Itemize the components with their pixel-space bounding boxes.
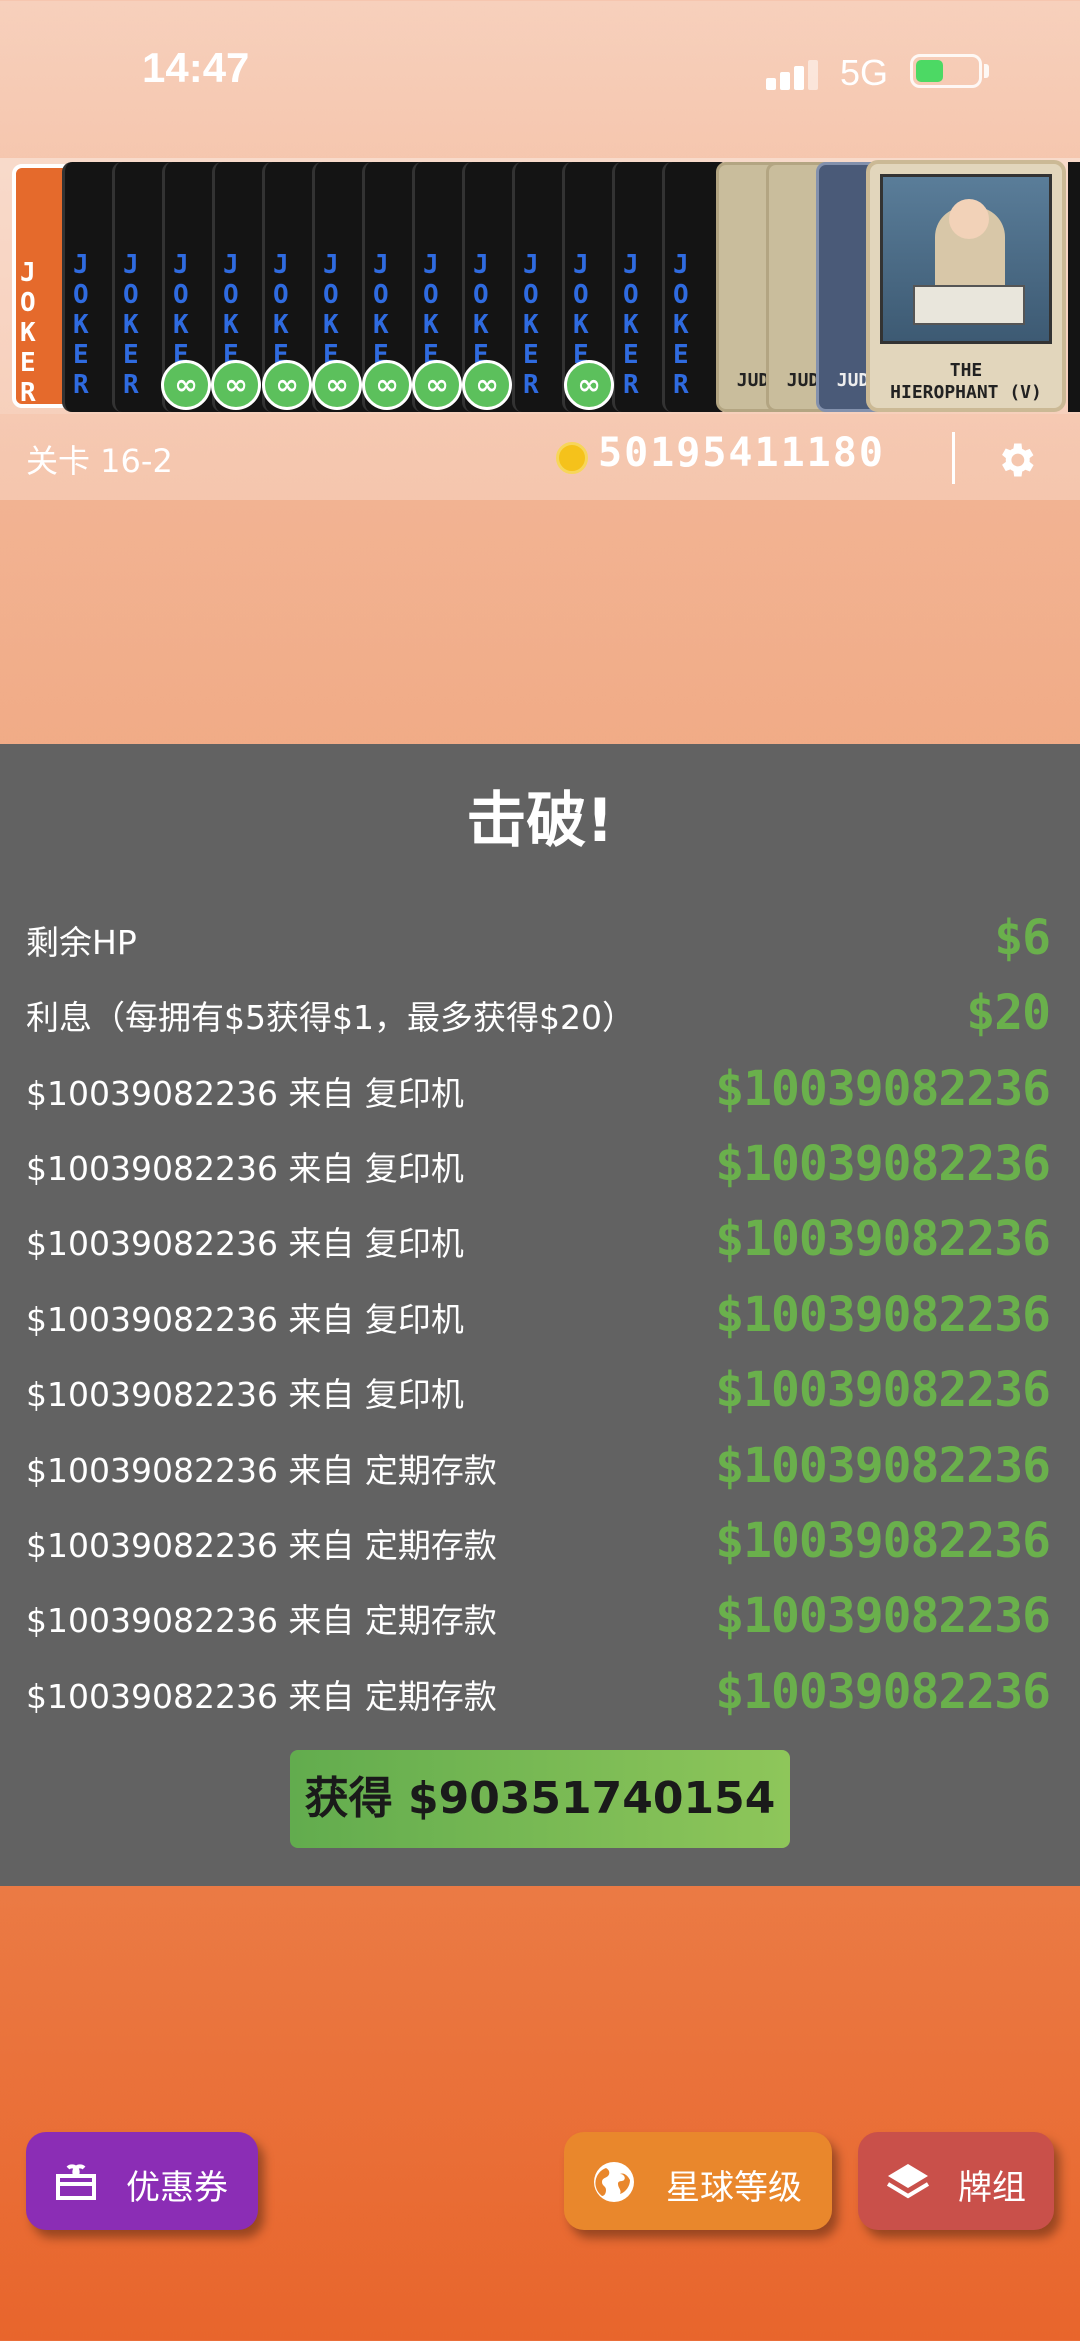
- result-row: $10039082236 来自 复印机 $10039082236: [26, 1211, 1051, 1267]
- hierophant-title: THE HIEROPHANT (V): [890, 360, 1042, 403]
- infinity-badge: ∞: [161, 360, 211, 410]
- infinity-badge: ∞: [312, 360, 362, 410]
- infinity-badge: ∞: [564, 360, 614, 410]
- result-row: $10039082236 来自 复印机 $10039082236: [26, 1287, 1051, 1343]
- layers-icon: [886, 2164, 930, 2199]
- panel-title: 击破!: [466, 786, 614, 856]
- result-row: $10039082236 来自 定期存款 $10039082236: [26, 1438, 1051, 1494]
- result-row: $10039082236 来自 复印机 $10039082236: [26, 1061, 1051, 1117]
- joker-card[interactable]: [1068, 162, 1080, 412]
- infinity-badge: ∞: [412, 360, 462, 410]
- status-bar: 14:47 5G: [0, 0, 1080, 150]
- result-row: $10039082236 来自 定期存款 $10039082236: [26, 1588, 1051, 1644]
- coin-icon: [556, 442, 588, 474]
- status-time: 14:47: [142, 44, 250, 91]
- coupon-icon: [56, 2164, 96, 2200]
- divider: [952, 432, 955, 484]
- infinity-badge: ∞: [211, 360, 261, 410]
- infinity-badge: ∞: [262, 360, 312, 410]
- hierophant-art: [880, 174, 1052, 344]
- result-row: 剩余HP $6: [26, 910, 1051, 966]
- globe-icon: [594, 2162, 634, 2202]
- signal-icon: [766, 58, 824, 90]
- result-row: $10039082236 来自 定期存款 $10039082236: [26, 1664, 1051, 1720]
- coupon-button[interactable]: 优惠券: [26, 2132, 258, 2230]
- result-row: 利息（每拥有$5获得$1，最多获得$20） $20: [26, 985, 1051, 1041]
- battery-icon: [910, 54, 982, 88]
- level-money-bar: 关卡 16-2 50195411180: [0, 414, 1080, 500]
- network-type: 5G: [840, 52, 889, 93]
- infinity-badge: ∞: [362, 360, 412, 410]
- money-amount: 50195411180: [598, 430, 885, 476]
- result-row: $10039082236 来自 复印机 $10039082236: [26, 1136, 1051, 1192]
- result-row: $10039082236 来自 复印机 $10039082236: [26, 1362, 1051, 1418]
- gear-icon[interactable]: [994, 438, 1038, 482]
- deck-button[interactable]: 牌组: [858, 2132, 1054, 2230]
- result-row: $10039082236 来自 定期存款 $10039082236: [26, 1513, 1051, 1569]
- deck-label: 牌组: [958, 2168, 1026, 2208]
- planet-level-label: 星球等级: [666, 2168, 802, 2208]
- coupon-label: 优惠券: [126, 2168, 228, 2208]
- level-label: 关卡 16-2: [26, 442, 173, 480]
- round-results-panel: 击破! 剩余HP $6 利息（每拥有$5获得$1，最多获得$20） $20 $1…: [0, 744, 1080, 1886]
- infinity-badge: ∞: [462, 360, 512, 410]
- hierophant-card[interactable]: THE HIEROPHANT (V): [866, 160, 1066, 412]
- collect-earnings-button[interactable]: 获得 $90351740154: [290, 1750, 790, 1848]
- planet-level-button[interactable]: 星球等级: [564, 2132, 832, 2230]
- joker-card-strip[interactable]: J O K E R J O K E RJ O K E RJ O K E RJ O…: [0, 158, 1080, 414]
